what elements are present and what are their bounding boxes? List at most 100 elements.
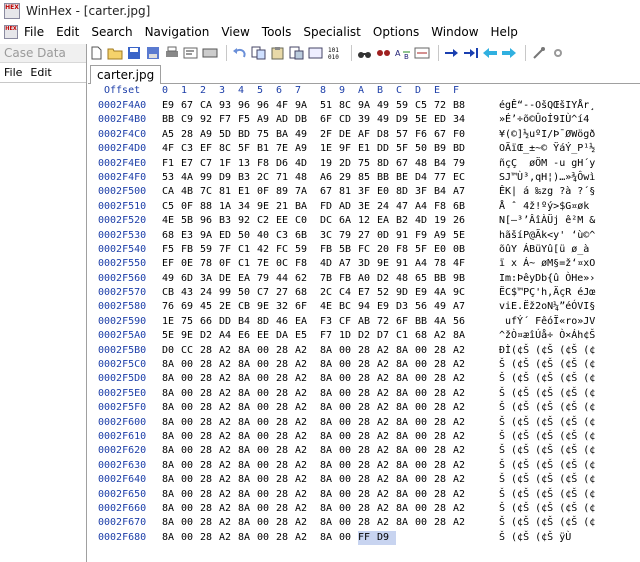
- hex-byte[interactable]: 28: [276, 401, 295, 415]
- hex-byte[interactable]: 96: [238, 99, 257, 113]
- hex-byte[interactable]: 24: [377, 200, 396, 214]
- hex-byte[interactable]: 4A: [434, 315, 453, 329]
- row-ascii[interactable]: Š (¢Š (¢Š (¢Š (¢: [487, 502, 629, 516]
- hex-byte[interactable]: 59: [295, 243, 314, 257]
- row-ascii[interactable]: Š (¢Š (¢Š ÿÙ: [487, 531, 629, 545]
- hex-byte[interactable]: 00: [257, 372, 276, 386]
- hex-byte[interactable]: F9: [415, 229, 434, 243]
- hex-byte[interactable]: D9: [377, 530, 396, 546]
- menu-window[interactable]: Window: [425, 25, 484, 39]
- hex-byte[interactable]: A2: [295, 516, 314, 530]
- hex-byte[interactable]: 5E: [162, 329, 181, 343]
- hex-byte[interactable]: 75: [181, 315, 200, 329]
- hex-byte[interactable]: 00: [181, 372, 200, 386]
- hex-byte[interactable]: A6: [320, 171, 339, 185]
- hex-byte[interactable]: 8A: [320, 344, 339, 358]
- hex-byte[interactable]: B9: [434, 142, 453, 156]
- hex-byte[interactable]: EA: [295, 315, 314, 329]
- hex-byte[interactable]: 40: [257, 229, 276, 243]
- hex-byte[interactable]: 8A: [320, 401, 339, 415]
- hex-byte[interactable]: 8D: [257, 315, 276, 329]
- hex-byte[interactable]: A9: [434, 229, 453, 243]
- hex-byte[interactable]: 28: [200, 502, 219, 516]
- row-ascii[interactable]: ÐÌ(¢Š (¢Š (¢Š (¢: [487, 344, 629, 358]
- hex-byte[interactable]: 28: [358, 459, 377, 473]
- hex-byte[interactable]: 3F: [358, 185, 377, 199]
- hex-byte[interactable]: 19: [434, 214, 453, 228]
- hex-byte[interactable]: 00: [339, 516, 358, 530]
- hex-byte[interactable]: 91: [396, 257, 415, 271]
- hex-byte[interactable]: 34: [453, 113, 472, 127]
- hex-byte[interactable]: B4: [238, 315, 257, 329]
- hex-byte[interactable]: 5B: [339, 243, 358, 257]
- row-hex-bytes[interactable]: 8A 00 28 A2 8A 00 28 A2 8A 00 28 A2 8A 00 28 A2: [162, 488, 487, 502]
- hex-byte[interactable]: DB: [295, 113, 314, 127]
- hex-byte[interactable]: 8A: [320, 516, 339, 530]
- hex-byte[interactable]: 8D: [396, 185, 415, 199]
- hex-byte[interactable]: BA: [276, 128, 295, 142]
- hex-byte[interactable]: 50: [415, 142, 434, 156]
- hex-byte[interactable]: A2: [219, 444, 238, 458]
- hex-byte[interactable]: 69: [181, 300, 200, 314]
- hex-byte[interactable]: 00: [181, 473, 200, 487]
- hex-byte[interactable]: 00: [415, 430, 434, 444]
- hex-byte[interactable]: A2: [295, 430, 314, 444]
- hex-byte[interactable]: A2: [219, 344, 238, 358]
- case-menu-file[interactable]: File: [0, 66, 26, 79]
- hex-byte[interactable]: 93: [219, 99, 238, 113]
- row-ascii[interactable]: hãšíP@Ãk<y' ‘ù©^: [487, 229, 629, 243]
- hex-byte[interactable]: A2: [295, 387, 314, 401]
- hex-byte[interactable]: 6F: [396, 315, 415, 329]
- hex-byte[interactable]: 5F: [415, 243, 434, 257]
- hex-byte[interactable]: CA: [162, 185, 181, 199]
- hex-byte[interactable]: 8A: [238, 358, 257, 372]
- hex-byte[interactable]: 78: [200, 257, 219, 271]
- hex-byte[interactable]: 28: [358, 516, 377, 530]
- hex-byte[interactable]: 1D: [339, 329, 358, 343]
- hex-byte[interactable]: 68: [415, 329, 434, 343]
- open-disk-icon[interactable]: [202, 45, 218, 61]
- hex-byte[interactable]: 8A: [396, 502, 415, 516]
- hex-byte[interactable]: 9E: [257, 200, 276, 214]
- hex-byte[interactable]: 50: [238, 229, 257, 243]
- hex-byte[interactable]: A2: [377, 459, 396, 473]
- hex-byte[interactable]: 8A: [238, 372, 257, 386]
- hex-byte[interactable]: FB: [320, 243, 339, 257]
- hex-byte[interactable]: 72: [434, 99, 453, 113]
- hex-byte[interactable]: FB: [339, 272, 358, 286]
- hex-byte[interactable]: 28: [200, 387, 219, 401]
- hex-byte[interactable]: 92: [238, 214, 257, 228]
- row-ascii[interactable]: ï x Á~ øM§=ž‘¤xO: [487, 257, 629, 271]
- hex-byte[interactable]: 00: [181, 459, 200, 473]
- row-ascii[interactable]: N[–³’ÂîÀÜj ê²M &: [487, 214, 629, 228]
- row-ascii[interactable]: Š (¢Š (¢Š (¢Š (¢: [487, 387, 629, 401]
- hex-byte[interactable]: 56: [453, 315, 472, 329]
- hex-byte[interactable]: 8A: [396, 430, 415, 444]
- row-ascii[interactable]: Š (¢Š (¢Š (¢Š (¢: [487, 416, 629, 430]
- hex-byte[interactable]: 28: [276, 516, 295, 530]
- hex-byte[interactable]: 7A: [295, 185, 314, 199]
- row-hex-bytes[interactable]: F1 E7 C7 1F 13 F8 D6 4D 19 2D 75 8D 67 48 B4 79: [162, 157, 487, 171]
- hex-byte[interactable]: 0F: [181, 200, 200, 214]
- hex-byte[interactable]: E7: [181, 157, 200, 171]
- hex-byte[interactable]: 8A: [238, 344, 257, 358]
- hex-byte[interactable]: 3A: [200, 272, 219, 286]
- row-ascii[interactable]: Š (¢Š (¢Š (¢Š (¢: [487, 488, 629, 502]
- hex-byte[interactable]: A4: [415, 200, 434, 214]
- hex-byte[interactable]: 2D: [339, 157, 358, 171]
- hex-byte[interactable]: 34: [238, 200, 257, 214]
- hex-byte[interactable]: 00: [257, 516, 276, 530]
- hex-byte[interactable]: 5F: [238, 142, 257, 156]
- hex-byte[interactable]: 2E: [219, 300, 238, 314]
- hex-byte[interactable]: A9: [200, 128, 219, 142]
- hex-byte[interactable]: 5E: [415, 113, 434, 127]
- hex-byte[interactable]: 00: [181, 516, 200, 530]
- hex-byte[interactable]: 1E: [162, 315, 181, 329]
- hex-byte[interactable]: A2: [219, 488, 238, 502]
- hex-byte[interactable]: 28: [200, 416, 219, 430]
- hex-byte[interactable]: 4F: [453, 257, 472, 271]
- hex-byte[interactable]: BA: [295, 200, 314, 214]
- hex-byte[interactable]: 8A: [396, 473, 415, 487]
- hex-byte[interactable]: 78: [434, 257, 453, 271]
- settings-icon[interactable]: [550, 45, 566, 61]
